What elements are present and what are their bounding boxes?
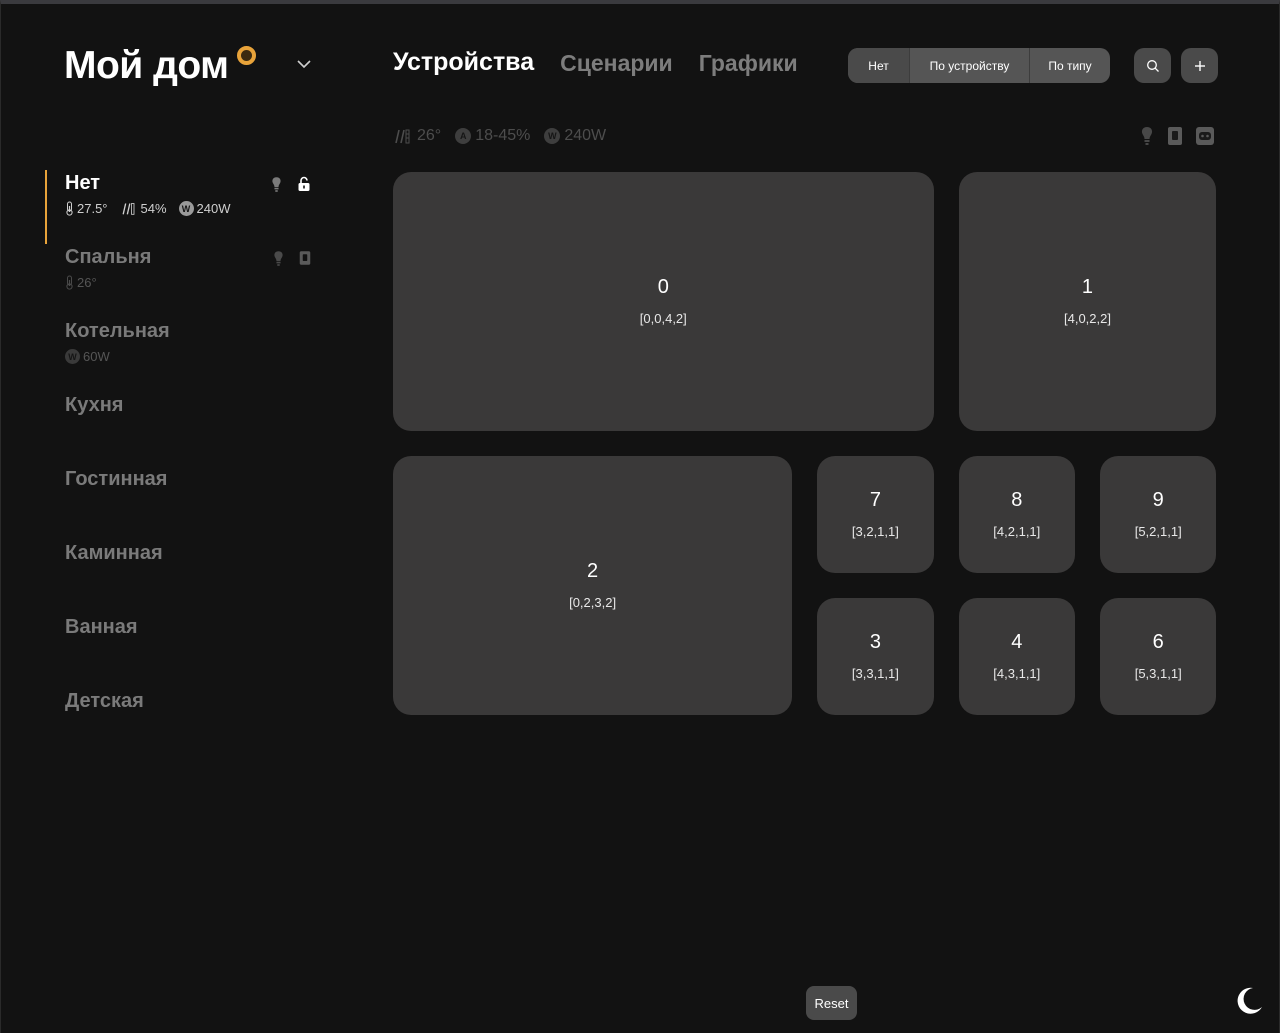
room-name: Ванная	[65, 616, 138, 638]
bulb-icon[interactable]	[1139, 126, 1155, 146]
device-tile[interactable]: 7 [3,2,1,1]	[817, 456, 934, 573]
summary-power: W 240W	[544, 127, 606, 145]
add-button[interactable]	[1181, 48, 1218, 83]
group-by-type-button[interactable]: По типу	[1029, 48, 1110, 83]
device-tile-id: 2	[587, 560, 599, 583]
socket-icon[interactable]	[1195, 126, 1215, 146]
device-tile-position: [4,2,1,1]	[993, 524, 1041, 540]
room-name: Котельная	[65, 320, 170, 342]
device-tile-id: 9	[1152, 489, 1164, 512]
group-by-segmented-control: Нет По устройству По типу	[848, 48, 1110, 83]
device-tile[interactable]: 2 [0,2,3,2]	[393, 456, 793, 715]
device-tile-id: 4	[1011, 631, 1023, 654]
heating-icon	[395, 129, 410, 144]
sidebar-item-room[interactable]: Гостинная	[45, 466, 325, 540]
group-none-button[interactable]: Нет	[848, 48, 909, 83]
sidebar-item-room[interactable]: Ванная	[45, 614, 325, 688]
room-power-value: 240W	[196, 201, 231, 216]
device-tile-position: [4,3,1,1]	[993, 666, 1041, 682]
group-by-device-button[interactable]: По устройству	[909, 48, 1029, 83]
sidebar-item-room[interactable]: Кухня	[45, 392, 325, 466]
summary-temperature: 26°	[393, 127, 441, 145]
device-tile-position: [5,3,1,1]	[1134, 666, 1182, 682]
device-tile-position: [0,2,3,2]	[569, 595, 617, 611]
thermometer-icon	[66, 275, 73, 290]
device-tile[interactable]: 0 [0,0,4,2]	[393, 172, 934, 431]
device-tile-id: 7	[869, 489, 881, 512]
room-power-value: 60W	[83, 349, 110, 364]
switch-icon[interactable]	[1167, 126, 1183, 146]
sidebar-item-room[interactable]: Нет 27.5° 54% W 240W	[45, 170, 325, 244]
device-tile-id: 8	[1011, 489, 1023, 512]
device-tile-id: 6	[1152, 631, 1164, 654]
chevron-down-icon[interactable]	[294, 56, 314, 72]
sidebar-item-room[interactable]: Котельная W 60W	[45, 318, 325, 392]
room-power: W 60W	[65, 349, 110, 364]
power-badge-icon: W	[178, 201, 194, 216]
room-humidity: 54%	[120, 201, 167, 216]
search-button[interactable]	[1134, 48, 1171, 83]
device-tile-id: 3	[869, 631, 881, 654]
sidebar-item-room[interactable]: Спальня 26°	[45, 244, 325, 318]
moon-icon[interactable]	[1233, 985, 1265, 1017]
device-tile-position: [0,0,4,2]	[639, 311, 687, 327]
device-tile-position: [5,2,1,1]	[1134, 524, 1182, 540]
room-temperature-value: 27.5°	[77, 201, 108, 216]
humidity-badge-icon: A	[455, 128, 472, 144]
power-badge-icon: W	[544, 128, 561, 144]
device-tile[interactable]: 3 [3,3,1,1]	[817, 598, 934, 715]
plus-icon	[1194, 60, 1205, 71]
room-stats: 27.5° 54% W 240W	[65, 201, 325, 216]
room-stats: W 60W	[65, 349, 325, 364]
power-badge-icon: W	[65, 349, 80, 364]
summary-temperature-value: 26°	[417, 127, 442, 144]
summary-power-value: 240W	[564, 127, 607, 144]
switch-icon	[299, 250, 311, 272]
sidebar-item-room[interactable]: Детская	[45, 688, 325, 762]
device-tile[interactable]: 4 [4,3,1,1]	[958, 598, 1075, 715]
bulb-icon	[272, 250, 285, 272]
device-type-filter	[1139, 126, 1215, 146]
device-tile[interactable]: 9 [5,2,1,1]	[1100, 456, 1217, 573]
room-stats: 26°	[65, 275, 325, 290]
thermometer-icon	[66, 201, 73, 216]
summary-bar: 26° A 18-45% W 240W	[393, 127, 606, 145]
room-temperature-value: 26°	[77, 275, 97, 290]
reset-button[interactable]: Reset	[806, 986, 857, 1020]
device-tile-id: 1	[1081, 276, 1094, 299]
room-humidity-value: 54%	[140, 201, 167, 216]
room-name: Каминная	[65, 542, 163, 564]
heating-icon	[122, 203, 134, 215]
device-tile-id: 0	[657, 276, 669, 299]
tab-scenarios[interactable]: Сценарии	[560, 50, 673, 77]
device-tile[interactable]: 6 [5,3,1,1]	[1100, 598, 1217, 715]
bulb-icon	[270, 176, 283, 198]
device-tile-position: [4,0,2,2]	[1064, 311, 1111, 327]
main-tabs: Устройства Сценарии Графики	[393, 48, 798, 77]
sidebar-item-room[interactable]: Каминная	[45, 540, 325, 614]
search-icon	[1146, 59, 1159, 72]
device-tile-position: [3,2,1,1]	[851, 524, 899, 540]
app-window: Мой дом Устройства Сценарии Графики Нет …	[0, 0, 1280, 1033]
room-device-icons	[270, 176, 311, 198]
summary-humidity-value: 18-45%	[475, 127, 531, 144]
room-name: Детская	[65, 690, 144, 712]
rooms-sidebar: Нет 27.5° 54% W 240W Спальня 26° Котельная W 60W К…	[45, 170, 325, 762]
lock-open-icon	[297, 176, 311, 198]
app-title: Мой дом	[64, 44, 229, 87]
room-name: Гостинная	[65, 468, 168, 490]
tab-devices[interactable]: Устройства	[393, 48, 534, 77]
room-device-icons	[272, 250, 311, 272]
device-tile[interactable]: 1 [4,0,2,2]	[958, 172, 1217, 431]
device-tile-position: [3,3,1,1]	[851, 666, 899, 682]
room-power: W 240W	[178, 201, 231, 216]
status-indicator-icon	[237, 46, 256, 65]
room-name: Кухня	[65, 394, 124, 416]
summary-humidity: A 18-45%	[455, 127, 530, 145]
room-temperature: 27.5°	[65, 201, 108, 216]
room-temperature: 26°	[65, 275, 97, 290]
device-tile[interactable]: 8 [4,2,1,1]	[958, 456, 1075, 573]
tab-charts[interactable]: Графики	[699, 50, 798, 77]
